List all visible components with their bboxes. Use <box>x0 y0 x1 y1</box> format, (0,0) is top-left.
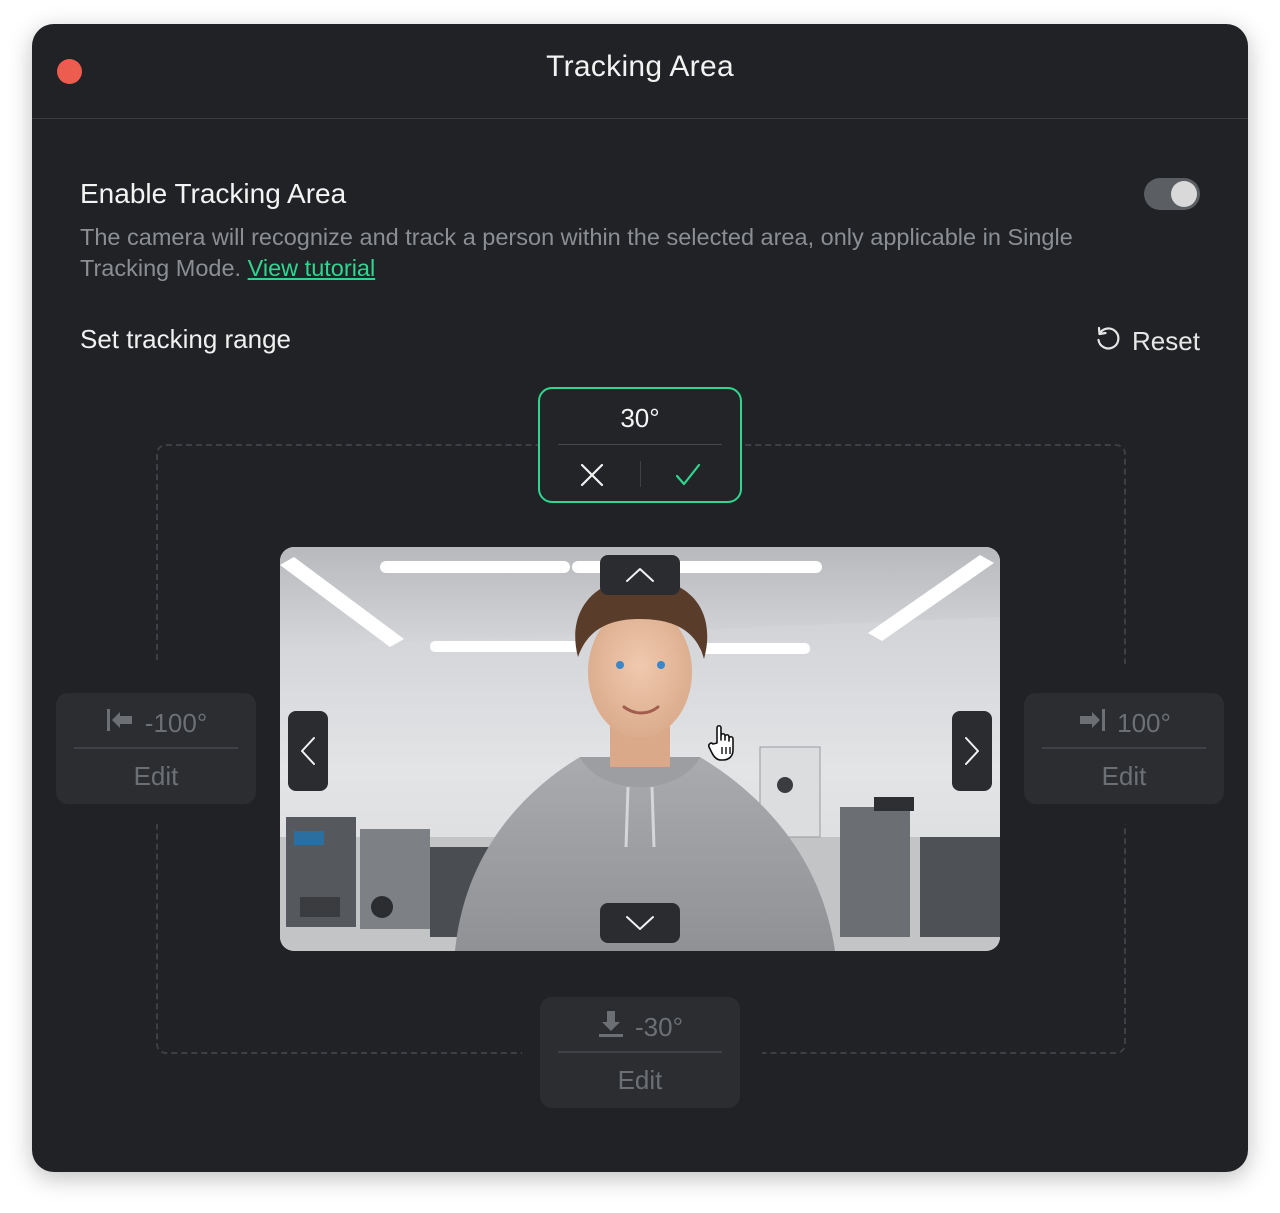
chevron-up-icon <box>626 568 654 582</box>
view-tutorial-link[interactable]: View tutorial <box>248 255 376 281</box>
top-angle-editor: 30° <box>538 387 742 503</box>
camera-preview-image <box>280 547 1000 951</box>
toggle-knob <box>1171 181 1197 207</box>
chevron-right-icon <box>965 737 979 765</box>
rotate-ccw-icon <box>1094 324 1122 359</box>
enable-tracking-toggle[interactable] <box>1144 178 1200 210</box>
top-angle-value: 30° <box>620 403 660 433</box>
x-icon <box>580 463 604 487</box>
arrow-to-left-limit-icon <box>105 707 135 740</box>
tilt-down-button[interactable] <box>600 903 680 943</box>
divider <box>558 444 722 445</box>
pan-right-button[interactable] <box>952 711 992 791</box>
divider <box>558 1051 722 1053</box>
left-edit-button[interactable]: Edit <box>56 761 256 792</box>
button-divider <box>640 461 641 487</box>
chevron-left-icon <box>301 737 315 765</box>
arrow-down-limit-icon <box>597 1009 625 1046</box>
enable-tracking-label: Enable Tracking Area <box>80 178 347 209</box>
confirm-button[interactable] <box>666 453 710 497</box>
description-text: The camera will recognize and track a pe… <box>80 224 1073 281</box>
enable-tracking-description: The camera will recognize and track a pe… <box>80 222 1160 284</box>
bottom-angle-value: -30° <box>635 1011 683 1042</box>
hand-cursor-icon <box>708 723 742 768</box>
bottom-angle-card: -30° Edit <box>540 997 740 1108</box>
window-title: Tracking Area <box>546 50 734 83</box>
set-range-label: Set tracking range <box>80 324 292 354</box>
reset-button[interactable]: Reset <box>1094 324 1200 359</box>
divider <box>1042 747 1206 749</box>
right-angle-card: 100° Edit <box>1024 693 1224 804</box>
arrow-to-right-limit-icon <box>1077 707 1107 740</box>
left-angle-card: -100° Edit <box>56 693 256 804</box>
check-icon <box>675 463 701 486</box>
chevron-down-icon <box>626 916 654 930</box>
pan-left-button[interactable] <box>288 711 328 791</box>
cancel-button[interactable] <box>570 453 614 497</box>
right-angle-value: 100° <box>1117 707 1171 738</box>
right-edit-button[interactable]: Edit <box>1024 761 1224 792</box>
bottom-edit-button[interactable]: Edit <box>540 1065 740 1096</box>
bottom-angle-value-row: -30° <box>540 1007 740 1047</box>
divider <box>74 747 238 749</box>
tilt-up-button[interactable] <box>600 555 680 595</box>
right-angle-value-row: 100° <box>1024 703 1224 743</box>
left-angle-value: -100° <box>144 707 208 738</box>
tracking-area-window: Tracking Area Enable Tracking Area The c… <box>32 24 1248 1172</box>
left-angle-value-row: -100° <box>56 703 256 743</box>
camera-preview[interactable] <box>280 547 1000 951</box>
title-bar: Tracking Area <box>32 24 1248 119</box>
reset-label: Reset <box>1132 326 1200 356</box>
